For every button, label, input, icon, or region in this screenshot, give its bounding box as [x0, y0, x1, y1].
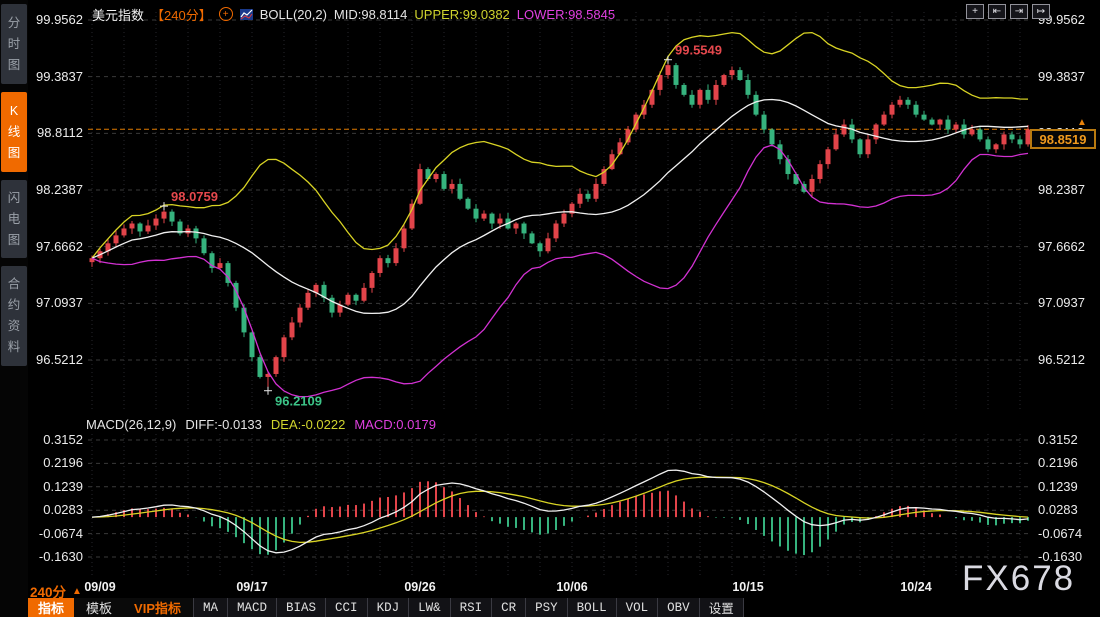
boll-upper-value: UPPER:99.0382	[414, 7, 509, 22]
y-axis-tick: 98.2387	[36, 182, 83, 198]
y-axis-tick: 0.2196	[1038, 455, 1078, 471]
y-axis-tick: 96.5212	[36, 352, 83, 368]
indicator-button-macd[interactable]: MACD	[227, 598, 276, 617]
indicator-button-obv[interactable]: OBV	[657, 598, 699, 617]
bottom-toolbar: 指标模板VIP指标MAMACDBIASCCIKDJLW&RSICRPSYBOLL…	[28, 598, 744, 617]
indicators-tab[interactable]: 指标	[28, 598, 74, 617]
up-arrow-icon: ▲	[72, 586, 82, 597]
x-axis-date-label: 10/24	[894, 580, 938, 594]
y-axis-tick: -0.1630	[39, 549, 83, 565]
indicator-button-cr[interactable]: CR	[491, 598, 525, 617]
macd-diff-value: DIFF:-0.0133	[185, 417, 262, 432]
shift-right-icon[interactable]: ⇥	[1010, 4, 1028, 19]
vip-indicators-tab[interactable]: VIP指标	[124, 598, 191, 617]
y-axis-tick: 0.1239	[1038, 479, 1078, 495]
sidebar-tab-char: 电	[8, 209, 21, 230]
crosshair-icon[interactable]: +	[966, 4, 984, 19]
sidebar-tab-char: 合	[8, 274, 21, 295]
sidebar-tab-char: 线	[8, 122, 21, 143]
indicator-button-boll[interactable]: BOLL	[567, 598, 616, 617]
macd-value: MACD:0.0179	[354, 417, 436, 432]
y-axis-tick: 0.3152	[43, 432, 83, 448]
y-axis-tick: 99.9562	[36, 12, 83, 28]
y-axis-tick: 98.8112	[37, 125, 83, 141]
y-axis-tick: 0.1239	[43, 479, 83, 495]
chart-header: 美元指数 【240分】 + BOLL(20,2) MID:98.8114 UPP…	[92, 6, 615, 22]
indicator-button-cci[interactable]: CCI	[325, 598, 367, 617]
add-circle-icon[interactable]: +	[219, 7, 233, 21]
y-axis-tick: 97.6662	[1038, 239, 1085, 255]
y-axis-tick: 97.0937	[36, 295, 83, 311]
y-axis-tick: -0.0674	[39, 526, 83, 542]
chart-type-icon[interactable]	[240, 9, 253, 20]
candlestick-chart[interactable]: 98.0759 99.5549 96.2109	[88, 12, 1032, 410]
x-axis-date-label: 09/09	[78, 580, 122, 594]
svg-text:96.2109: 96.2109	[275, 394, 322, 409]
y-axis-tick: 0.0283	[1038, 502, 1078, 518]
svg-text:99.5549: 99.5549	[675, 43, 722, 58]
y-axis-tick: 99.3837	[1038, 69, 1085, 85]
time-axis: 09/09 09/17 09/26 10/06 10/15 10/24	[0, 578, 1100, 598]
shift-left-icon[interactable]: ⇤	[988, 4, 1006, 19]
sidebar-tab-char: 分	[8, 13, 21, 34]
indicator-button-lw[interactable]: LW&	[408, 598, 450, 617]
sidebar-tab-char: 图	[8, 143, 21, 164]
settings-button[interactable]: 设置	[699, 598, 744, 617]
symbol-name: 美元指数	[92, 5, 144, 24]
templates-tab[interactable]: 模板	[76, 598, 122, 617]
y-axis-tick: 0.2196	[43, 455, 83, 471]
pan-end-icon[interactable]: ↦	[1032, 4, 1050, 19]
macd-indicator-panel[interactable]	[88, 434, 1032, 576]
sidebar-tab-char: 料	[8, 337, 21, 358]
x-axis-date-label: 09/17	[230, 580, 274, 594]
y-axis-tick: 0.0283	[43, 502, 83, 518]
chart-application-window: 98.075999.554996.2109 分时图K线图闪电图合约资料 99.9…	[0, 0, 1100, 617]
y-axis-tick: 97.6662	[36, 239, 83, 255]
macd-settings-label: MACD(26,12,9)	[86, 417, 176, 432]
macd-dea-value: DEA:-0.0222	[271, 417, 345, 432]
indicator-button-ma[interactable]: MA	[193, 598, 227, 617]
sidebar-tab-time-chart[interactable]: 分时图	[1, 4, 27, 84]
x-axis-date-label: 09/26	[398, 580, 442, 594]
sidebar-tab-char: 资	[8, 316, 21, 337]
boll-mid-value: MID:98.8114	[334, 7, 407, 22]
sidebar-tab-char: 约	[8, 295, 21, 316]
right-price-axis: 99.956299.383798.811298.238797.666297.09…	[1036, 0, 1100, 578]
brand-watermark: FX678	[962, 559, 1075, 599]
indicator-button-bias[interactable]: BIAS	[276, 598, 325, 617]
price-pin-icon: ▲	[1077, 117, 1087, 128]
macd-header: MACD(26,12,9) DIFF:-0.0133 DEA:-0.0222 M…	[86, 417, 436, 432]
sidebar-tab-contract-info[interactable]: 合约资料	[1, 266, 27, 366]
sidebar-tab-char: K	[10, 101, 18, 122]
y-axis-tick: -0.0674	[1038, 526, 1082, 542]
indicator-button-kdj[interactable]: KDJ	[367, 598, 409, 617]
indicator-button-rsi[interactable]: RSI	[450, 598, 492, 617]
interval-label: 【240分】	[151, 5, 212, 24]
sidebar-tab-char: 时	[8, 34, 21, 55]
sidebar-tab-char: 图	[8, 230, 21, 251]
boll-lower-value: LOWER:98.5845	[517, 7, 615, 22]
boll-settings-label: BOLL(20,2)	[260, 7, 327, 22]
x-axis-date-label: 10/15	[726, 580, 770, 594]
indicator-button-vol[interactable]: VOL	[616, 598, 658, 617]
y-axis-tick: 98.2387	[1038, 182, 1085, 198]
left-sidebar: 分时图K线图闪电图合约资料	[0, 0, 28, 617]
y-axis-tick: 99.3837	[36, 69, 83, 85]
sidebar-tab-kline-chart[interactable]: K线图	[1, 92, 27, 172]
y-axis-tick: 96.5212	[1038, 352, 1085, 368]
svg-text:98.0759: 98.0759	[171, 189, 218, 204]
current-price-tag: 98.8519	[1030, 129, 1096, 149]
sidebar-tab-char: 闪	[8, 188, 21, 209]
y-axis-tick: 97.0937	[1038, 295, 1085, 311]
window-controls: + ⇤ ⇥ ↦	[966, 4, 1050, 19]
y-axis-tick: 0.3152	[1038, 432, 1078, 448]
sidebar-tab-flash-chart[interactable]: 闪电图	[1, 180, 27, 258]
x-axis-date-label: 10/06	[550, 580, 594, 594]
indicator-button-psy[interactable]: PSY	[525, 598, 567, 617]
sidebar-tab-char: 图	[8, 55, 21, 76]
